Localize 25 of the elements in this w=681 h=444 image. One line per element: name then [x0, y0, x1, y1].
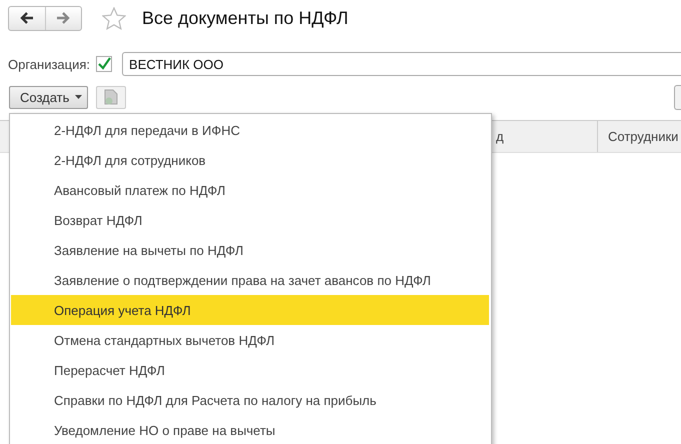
menu-item[interactable]: Возврат НДФЛ [11, 205, 489, 235]
copy-document-button[interactable] [96, 86, 126, 108]
toolbar-button[interactable] [674, 84, 681, 110]
menu-item[interactable]: Авансовый платеж по НДФЛ [11, 175, 489, 205]
column-header[interactable]: Сотрудники [608, 129, 678, 144]
menu-item[interactable]: Операция учета НДФЛ [11, 295, 489, 325]
menu-item[interactable]: Справки по НДФЛ для Расчета по налогу на прибыль [11, 385, 489, 415]
organization-checkbox[interactable] [96, 56, 112, 72]
window-title: Все документы по НДФЛ [142, 8, 348, 28]
create-button[interactable]: Создать [9, 86, 88, 108]
back-arrow-icon [20, 12, 34, 24]
forward-arrow-icon [56, 12, 70, 24]
menu-item[interactable]: Заявление о подтверждении права на зачет авансов по НДФЛ [11, 265, 489, 295]
menu-item[interactable]: Отмена стандартных вычетов НДФЛ [11, 325, 489, 355]
document-add-icon [104, 89, 118, 105]
menu-item[interactable]: Уведомление НО о праве на вычеты [11, 415, 489, 444]
organization-field[interactable]: ВЕСТНИК ООО [122, 52, 681, 76]
menu-item[interactable]: 2-НДФЛ для сотрудников [11, 145, 489, 175]
menu-item[interactable]: Заявление на вычеты по НДФЛ [11, 235, 489, 265]
favorite-star-icon[interactable] [102, 6, 126, 30]
organization-label: Организация: [8, 56, 90, 72]
caret-icon [75, 95, 82, 99]
menu-item[interactable]: Перерасчет НДФЛ [11, 355, 489, 385]
column-header[interactable]: д [496, 129, 504, 144]
menu-item[interactable]: 2-НДФЛ для передачи в ИФНС [11, 115, 489, 145]
